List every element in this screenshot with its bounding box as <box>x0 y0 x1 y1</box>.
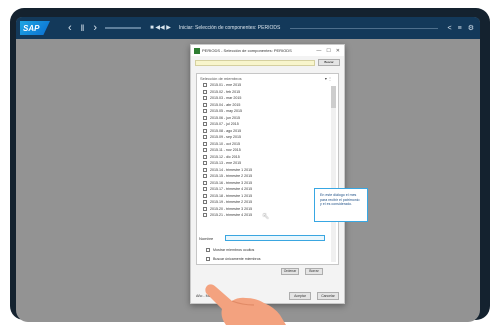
settings-icon[interactable]: ⚙ <box>468 24 474 32</box>
checkbox[interactable] <box>203 128 207 133</box>
list-item-label: 2015.06 - jun 2015 <box>210 115 240 120</box>
list-item-label: 2015.10 - oct 2015 <box>210 141 240 146</box>
clear-button[interactable]: Borrar <box>305 268 323 275</box>
cancel-button[interactable]: Cancelar <box>317 291 339 300</box>
search-button[interactable]: Buscar <box>318 59 340 66</box>
checkbox[interactable] <box>203 193 207 198</box>
checkbox[interactable] <box>203 115 207 120</box>
list-item-label: 2015.04 - abr 2015 <box>210 102 241 107</box>
mouse-cursor-icon: ↖ <box>262 211 270 221</box>
checkbox[interactable] <box>203 102 207 107</box>
menu-icon[interactable]: ≡ <box>458 25 462 32</box>
list-item-label: 2015.17 - trimestre 4 2015 <box>210 187 253 192</box>
checkbox[interactable] <box>203 89 207 94</box>
video-title: Iniciar: Selección de componentes: PERIO… <box>178 25 281 31</box>
list-item-label: 2015.03 - mar 2015 <box>210 96 242 101</box>
close-icon[interactable]: ✕ <box>336 48 340 54</box>
list-item-label: 2015.15 - trimestre 2 2015 <box>210 174 253 179</box>
minimize-icon[interactable]: — <box>316 48 321 54</box>
checkbox[interactable] <box>203 161 207 166</box>
scrollbar-thumb[interactable] <box>331 86 336 108</box>
checkbox[interactable] <box>206 248 210 252</box>
show-hidden-option[interactable]: Mostrar miembros ocultos <box>206 248 254 252</box>
name-input[interactable] <box>225 235 325 241</box>
list-item-label: 2015.01 - ene 2015 <box>210 83 242 88</box>
checkbox[interactable] <box>203 187 207 192</box>
step-icons[interactable]: ■ ◀◀ ▶ <box>150 25 171 31</box>
search-input[interactable] <box>195 59 315 66</box>
tutorial-callout: En este diálogo el mes para recibir el p… <box>314 188 368 222</box>
checkbox[interactable] <box>203 122 207 127</box>
list-item-label: 2015.16 - trimestre 3 2015 <box>210 180 253 185</box>
list-item-label: 2015.09 - sep 2015 <box>210 135 241 140</box>
list-item-label: 2015.21 - trimestre 4 2015 <box>210 213 253 218</box>
list-item-label: 2015.11 - nov 2015 <box>210 148 241 153</box>
name-row: Nombre <box>199 235 325 241</box>
checkbox[interactable] <box>203 200 207 205</box>
list-item-label: 2015.13 - ene 2015 <box>210 161 242 166</box>
progress-bar[interactable] <box>105 27 142 29</box>
checkbox[interactable] <box>203 83 207 88</box>
sap-logo: SAP <box>20 21 50 35</box>
checkbox[interactable] <box>203 148 207 153</box>
list-item-label: 2015.19 - trimestre 2 2015 <box>210 200 253 205</box>
checkbox[interactable] <box>203 109 207 114</box>
maximize-icon[interactable]: ☐ <box>326 48 330 54</box>
list-item-label: 2015.08 - ago 2015 <box>210 128 242 133</box>
list-scrollbar[interactable] <box>331 86 336 262</box>
sort-button[interactable]: Ordenar <box>281 268 299 275</box>
back-icon[interactable]: ‹ <box>68 22 72 34</box>
list-item-label: 2015.05 - may 2015 <box>210 109 242 114</box>
share-icon[interactable]: < <box>448 25 452 32</box>
checkbox[interactable] <box>203 180 207 185</box>
name-label: Nombre <box>199 235 214 241</box>
member-selection-dialog: PERIODS - Selección de componentes: PERI… <box>190 44 345 304</box>
pause-icon[interactable]: ‖ <box>81 23 85 33</box>
list-item-label: 2015.07 - jul 2015 <box>210 122 239 127</box>
timeline[interactable] <box>290 27 438 29</box>
list-item-label: 2015.20 - trimestre 3 2015 <box>210 206 253 211</box>
dialog-title: PERIODS - Selección de componentes: PERI… <box>202 48 292 53</box>
search-row: Buscar <box>191 56 344 69</box>
option-label: Buscar únicamente miembros <box>213 257 261 261</box>
checkbox[interactable] <box>203 213 207 218</box>
checkbox[interactable] <box>203 96 207 101</box>
list-header: Selección de miembros <box>200 76 242 81</box>
forward-icon[interactable]: › <box>93 22 97 34</box>
list-item-label: 2015.12 - dic 2015 <box>210 154 240 159</box>
list-item-label: 2015.14 - trimestre 1 2015 <box>210 167 253 172</box>
list-tools-icon[interactable]: ▾ ⋮ <box>325 76 332 81</box>
option-label: Mostrar miembros ocultos <box>213 248 255 252</box>
checkbox[interactable] <box>203 135 207 140</box>
search-members-option[interactable]: Buscar únicamente miembros <box>206 257 261 261</box>
checkbox[interactable] <box>203 141 207 146</box>
checkbox[interactable] <box>203 154 207 159</box>
checkbox[interactable] <box>203 174 207 179</box>
list-item-label: 2015.18 - trimestre 1 2015 <box>210 193 253 198</box>
player-toolbar: SAP ‹ ‖ › ■ ◀◀ ▶ Iniciar: Selección de c… <box>16 17 480 39</box>
excel-app-icon <box>194 47 200 54</box>
dialog-titlebar: PERIODS - Selección de componentes: PERI… <box>191 45 344 56</box>
checkbox[interactable] <box>203 206 207 211</box>
pointing-hand-icon <box>205 284 286 325</box>
list-item-label: 2015.02 - feb 2015 <box>210 89 241 94</box>
checkbox[interactable] <box>206 257 210 261</box>
checkbox[interactable] <box>203 167 207 172</box>
